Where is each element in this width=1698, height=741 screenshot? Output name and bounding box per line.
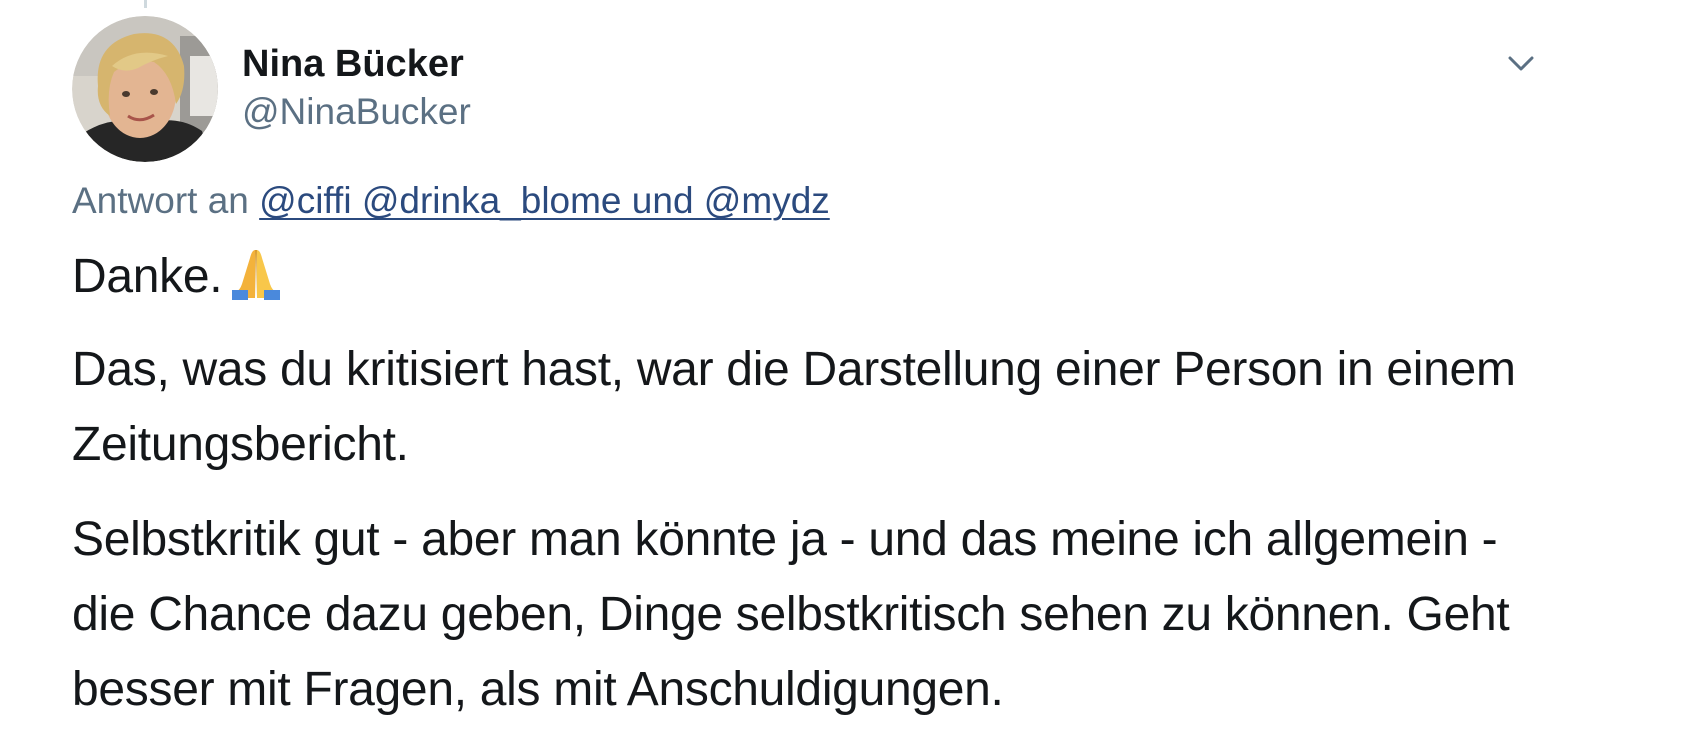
reply-context: Antwort an @ciffi @drinka_blome und @myd… — [72, 178, 830, 224]
tweet-paragraph-2: Das, was du kritisiert hast, war die Dar… — [72, 343, 1516, 471]
tweet-paragraph-1-text: Danke. — [72, 250, 223, 303]
avatar[interactable] — [72, 16, 218, 162]
reply-to-prefix: Antwort an — [72, 180, 249, 221]
author-display-name[interactable]: Nina Bücker — [242, 40, 464, 88]
folded-hands-emoji — [228, 244, 284, 322]
reply-mentions-link[interactable]: @ciffi @drinka_blome und @mydz — [259, 180, 830, 221]
tweet-paragraph-3: Selbstkritik gut - aber man könnte ja - … — [72, 513, 1510, 716]
author-handle[interactable]: @NinaBucker — [242, 89, 471, 135]
tweet-paragraph-1: Danke. — [72, 239, 1552, 322]
thread-connector-line — [144, 0, 147, 8]
chevron-down-icon[interactable] — [1504, 46, 1538, 80]
